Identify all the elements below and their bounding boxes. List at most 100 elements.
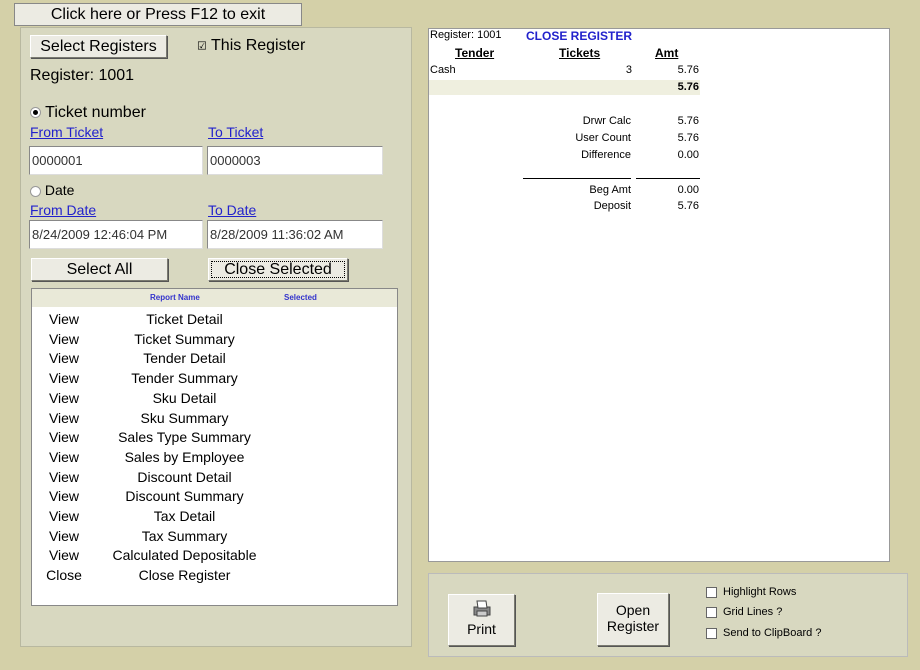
report-name: Calculated Depositable: [112, 547, 257, 564]
separator-line: [636, 178, 700, 179]
report-list: Report Name Selected View Ticket Detail Vi…: [31, 288, 398, 606]
to-ticket-input[interactable]: 0000003: [207, 146, 383, 175]
report-name-header: Report Name: [150, 293, 200, 302]
report-action-link[interactable]: View: [32, 508, 96, 524]
row-tender: Cash: [430, 64, 456, 76]
report-action-link[interactable]: View: [32, 331, 96, 347]
report-action-link[interactable]: View: [32, 410, 96, 426]
report-row[interactable]: View Sales Type Summary: [32, 429, 397, 449]
beg-amt-value: 0.00: [677, 184, 699, 196]
row-amt: 5.76: [677, 64, 699, 76]
report-action-link[interactable]: View: [32, 469, 96, 485]
send-clipboard-checkbox[interactable]: Send to ClipBoard ?: [706, 627, 821, 639]
highlight-rows-label: Highlight Rows: [723, 586, 797, 598]
report-name: Ticket Summary: [134, 330, 235, 347]
select-all-button[interactable]: Select All: [31, 258, 168, 281]
report-name: Sku Detail: [152, 389, 217, 406]
col-amt-header: Amt: [655, 46, 679, 60]
report-name: Discount Detail: [137, 468, 232, 485]
open-register-label-line2: Register: [606, 618, 660, 634]
report-row[interactable]: View Sku Detail: [32, 390, 397, 410]
print-button[interactable]: Print: [448, 594, 515, 646]
radio-selected-icon: [30, 107, 41, 119]
open-register-label-line1: Open: [615, 602, 651, 618]
report-row[interactable]: View Tax Detail: [32, 508, 397, 528]
report-action-link[interactable]: View: [32, 350, 96, 366]
deposit-value: 5.76: [677, 200, 699, 212]
highlight-rows-checkbox[interactable]: Highlight Rows: [706, 586, 796, 598]
col-tickets-header: Tickets: [559, 46, 601, 60]
from-date-link[interactable]: From Date: [30, 202, 96, 218]
close-selected-button[interactable]: Close Selected: [208, 258, 348, 281]
report-list-header: Report Name Selected: [32, 289, 397, 307]
report-action-link[interactable]: View: [32, 429, 96, 445]
report-title: CLOSE REGISTER: [526, 29, 633, 43]
exit-button[interactable]: Click here or Press F12 to exit: [14, 3, 302, 26]
report-name: Tax Detail: [153, 508, 216, 524]
user-count-value: 5.76: [677, 132, 699, 144]
checkmark-icon: ☑: [197, 40, 207, 53]
report-row[interactable]: View Tender Summary: [32, 370, 397, 390]
report-name: Sku Summary: [140, 409, 229, 426]
report-action-link[interactable]: View: [32, 370, 96, 386]
to-ticket-link[interactable]: To Ticket: [208, 124, 263, 140]
report-action-link[interactable]: View: [32, 488, 96, 504]
report-panel: Register: 1001 CLOSE REGISTER Tender Tic…: [428, 28, 890, 562]
this-register-label: This Register: [211, 37, 306, 54]
report-action-link[interactable]: View: [32, 390, 96, 406]
from-ticket-link[interactable]: From Ticket: [30, 124, 103, 140]
drwr-calc-value: 5.76: [677, 115, 699, 127]
report-name: Tender Detail: [143, 350, 226, 367]
difference-value: 0.00: [677, 149, 699, 161]
report-row[interactable]: View Tax Summary: [32, 528, 397, 548]
report-action-link[interactable]: View: [32, 547, 96, 563]
difference-label: Difference: [581, 149, 631, 161]
open-register-button[interactable]: Open Register: [597, 593, 669, 646]
selected-header: Selected: [284, 293, 317, 302]
ticket-number-radio[interactable]: Ticket number: [30, 104, 146, 122]
report-row[interactable]: Close Close Register: [32, 567, 397, 587]
report-action-link[interactable]: View: [32, 449, 96, 465]
report-action-link[interactable]: View: [32, 528, 96, 544]
select-registers-button[interactable]: Select Registers: [30, 35, 167, 58]
user-count-label: User Count: [575, 132, 631, 144]
report-register: Register: 1001: [430, 29, 502, 41]
report-name: Sales Type Summary: [118, 429, 251, 446]
report-row[interactable]: View Tender Detail: [32, 350, 397, 370]
register-label: Register: 1001: [30, 67, 135, 84]
to-date-link[interactable]: To Date: [208, 202, 256, 218]
ticket-number-label: Ticket number: [45, 104, 146, 121]
row-tickets: 3: [625, 64, 632, 76]
grid-lines-checkbox[interactable]: Grid Lines ?: [706, 606, 782, 618]
drwr-calc-label: Drwr Calc: [582, 115, 631, 127]
report-row[interactable]: View Sku Summary: [32, 410, 397, 430]
date-radio[interactable]: Date: [30, 182, 74, 198]
this-register-checkbox[interactable]: ☑ This Register: [197, 37, 305, 55]
col-tender-header: Tender: [455, 46, 495, 60]
report-name: Sales by Employee: [124, 448, 245, 465]
report-action-link[interactable]: View: [32, 311, 96, 327]
date-label: Date: [44, 182, 75, 198]
report-name: Ticket Detail: [146, 311, 223, 327]
report-row[interactable]: View Ticket Summary: [32, 331, 397, 351]
report-name: Discount Summary: [125, 488, 244, 505]
report-row[interactable]: View Discount Summary: [32, 488, 397, 508]
report-row[interactable]: View Ticket Detail: [32, 311, 397, 331]
report-name: Tender Summary: [131, 370, 238, 387]
grid-lines-label: Grid Lines ?: [723, 606, 783, 618]
separator-line: [523, 178, 631, 179]
printer-icon: [449, 599, 514, 619]
report-name: Close Register: [138, 567, 231, 584]
from-ticket-input[interactable]: 0000001: [29, 146, 203, 175]
total-amt: 5.76: [677, 81, 699, 93]
report-row[interactable]: View Sales by Employee: [32, 449, 397, 469]
report-row[interactable]: View Discount Detail: [32, 469, 397, 489]
from-date-input[interactable]: 8/24/2009 12:46:04 PM: [29, 220, 203, 249]
beg-amt-label: Beg Amt: [589, 184, 631, 196]
checkbox-icon: [706, 586, 717, 598]
report-name: Tax Summary: [141, 527, 228, 544]
radio-unselected-icon: [30, 185, 41, 197]
report-action-link[interactable]: Close: [32, 567, 96, 583]
to-date-input[interactable]: 8/28/2009 11:36:02 AM: [207, 220, 383, 249]
report-row[interactable]: View Calculated Depositable: [32, 547, 397, 567]
